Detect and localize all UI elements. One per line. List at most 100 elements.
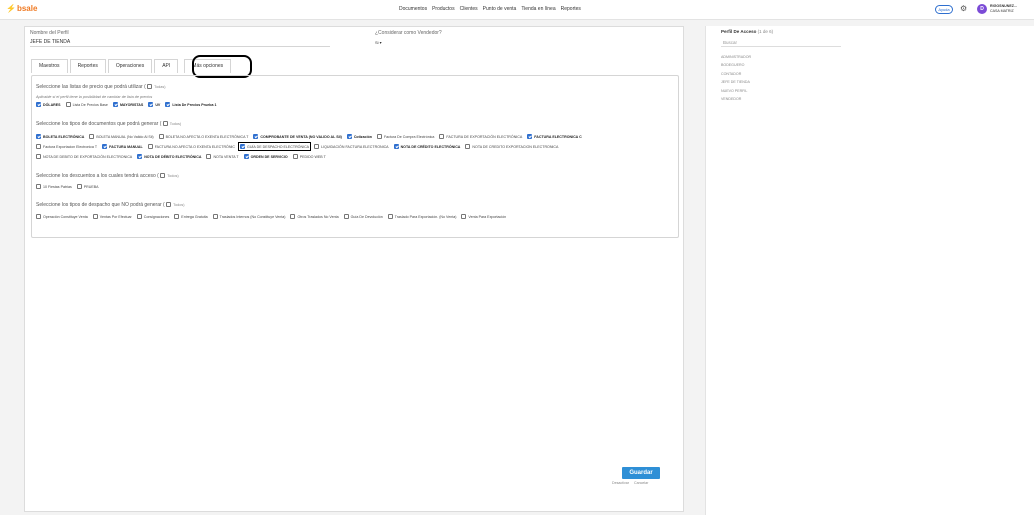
doc-type-item[interactable]: COMPROBANTE DE VENTA (NO VALIDO AL SII) [253,134,342,139]
checkbox[interactable] [314,144,320,149]
doc-type-item-highlighted[interactable]: GUÍA DE DESPACHO ELECTRÓNICA [238,142,312,151]
dispatch-item[interactable]: Operación Constituye Venta [36,214,88,219]
doc-type-item[interactable]: Cotización [346,134,372,139]
save-button[interactable]: Guardar [622,467,660,479]
tab-maestros[interactable]: Maestros [31,59,68,73]
doc-type-item[interactable]: FACTURA NO AFECTA O EXENTA ELECTRÓNIC [147,144,235,149]
tab-api[interactable]: API [154,59,179,73]
checkbox[interactable] [292,154,298,159]
gear-icon[interactable]: ⚙ [960,5,967,13]
checkbox[interactable] [343,214,349,219]
doc-type-item[interactable]: NOTA VENTA T [206,154,239,159]
profile-list-item[interactable]: VENDEDOR [721,95,751,103]
checkbox[interactable] [36,214,41,219]
doc-type-item[interactable]: FACTURA DE EXPORTACIÓN ELECTRÓNICA [439,134,522,139]
seller-select[interactable]: Si ▾ [375,40,382,45]
doc-type-item[interactable]: BOLETA ELECTRÓNICA [36,134,84,139]
tab-reportes[interactable]: Reportes [69,59,106,73]
doc-type-item[interactable]: Factura Exportacion Electronica T [36,144,97,149]
doc-type-item[interactable]: ORDEN DE SERVICIO [243,154,288,159]
tab-operaciones[interactable]: Operaciones [107,59,153,73]
dispatch-item[interactable]: Traslado Para Exportación. (No Venta) [387,214,456,219]
checkbox[interactable] [465,144,471,149]
checkbox[interactable] [243,154,249,159]
dispatch-item[interactable]: Ventas Por Efectuar [92,214,132,219]
checkbox[interactable] [136,214,142,219]
dispatch-item[interactable]: Guía De Devolución [343,214,383,219]
dispatch-all-checkbox[interactable] [166,202,172,208]
price-list-item[interactable]: Lista De Precios Prueba 1 [165,102,216,107]
profile-list-item[interactable]: BODEGUERO [721,61,751,69]
nav-documentos[interactable]: Documentos [399,6,427,12]
checkbox[interactable] [174,214,180,219]
checkbox[interactable] [290,214,296,219]
doc-type-item[interactable]: NOTA DE DÉBITO ELECTRÓNICA [137,154,201,159]
checkbox[interactable] [92,214,98,219]
doc-type-item[interactable]: Factura De Compra Electrónica [376,134,434,139]
price-list-item[interactable]: DÓLARES [36,102,61,107]
checkbox[interactable] [165,102,171,107]
checkbox[interactable] [147,144,153,149]
profile-list-item[interactable]: ADMINISTRADOR [721,53,751,61]
checkbox[interactable] [439,134,445,139]
checkbox[interactable] [346,134,352,139]
checkbox[interactable] [137,154,143,159]
checkbox[interactable] [376,134,382,139]
checkbox[interactable] [36,134,41,139]
profile-search-input[interactable]: Buscar [721,38,841,47]
doc-types-all-checkbox[interactable] [162,121,168,127]
checkbox[interactable] [76,184,82,189]
doc-type-item[interactable]: NOTA DE CREDITO EXPORTACION ELECTRONICA [465,144,558,149]
checkbox[interactable] [253,134,259,139]
checkbox[interactable] [36,154,41,159]
price-lists-all-checkbox[interactable] [147,84,153,90]
discount-item[interactable]: PRUEBA [76,184,99,189]
cancel-link[interactable]: Cancelar [634,481,648,485]
profile-list-item[interactable]: NUEVO PERFIL [721,87,751,95]
checkbox[interactable] [65,102,71,107]
nav-tienda-en-linea[interactable]: Tienda en línea [521,6,555,12]
checkbox[interactable] [387,214,393,219]
profile-name-input[interactable]: JEFE DE TIENDA [30,39,70,45]
price-list-item[interactable]: Lista De Precios Base [65,102,108,107]
deactivate-link[interactable]: Desactivar [612,481,629,485]
nav-reportes[interactable]: Reportes [561,6,581,12]
checkbox[interactable] [158,134,164,139]
dispatch-item[interactable]: Consignaciones [136,214,169,219]
price-list-item[interactable]: MAYORISTAS [112,102,143,107]
checkbox[interactable] [36,102,41,107]
discounts-all-checkbox[interactable] [160,173,166,179]
dispatch-item[interactable]: Venta Para Exportación [461,214,506,219]
doc-type-item[interactable]: NOTA DE CRÉDITO ELECTRÓNICA [393,144,460,149]
user-info[interactable]: RIGOSNUNEZ... CASA MATRIZ [990,4,1017,13]
checkbox[interactable] [148,102,154,107]
checkbox[interactable] [527,134,533,139]
doc-type-item[interactable]: BOLETA NO AFECTA O EXENTA ELECTRÓNICA T [158,134,248,139]
checkbox[interactable] [36,184,41,189]
dispatch-item[interactable]: Traslados Internos (No Constituye Venta) [212,214,285,219]
nav-productos[interactable]: Productos [432,6,455,12]
dispatch-item[interactable]: Otros Traslados No Venta [290,214,339,219]
checkbox[interactable] [206,154,212,159]
checkbox[interactable] [36,144,41,149]
checkbox[interactable] [112,102,118,107]
checkbox[interactable] [212,214,218,219]
profile-list-item[interactable]: JEFE DE TIENDA [721,78,751,86]
checkbox[interactable] [102,144,108,149]
doc-type-item[interactable]: FACTURA MANUAL [102,144,143,149]
avatar[interactable]: D [977,4,987,14]
dispatch-item[interactable]: Entrega Gratuita [174,214,208,219]
nav-clientes[interactable]: Clientes [460,6,478,12]
checkbox[interactable] [240,144,246,149]
price-list-item[interactable]: UV [148,102,160,107]
doc-type-item[interactable]: NOTA DE DEBITO DE EXPORTACIÓN ELECTRONIC… [36,154,132,159]
checkbox[interactable] [461,214,467,219]
discount-item[interactable]: 10 Fiestas Patrias [36,184,72,189]
doc-type-item[interactable]: BOLETA MANUAL (No Valido Al Sii) [89,134,154,139]
profile-list-item[interactable]: CONTADOR [721,70,751,78]
checkbox[interactable] [89,134,95,139]
doc-type-item[interactable]: LIQUIDACIÓN FACTURA ELECTRONICA [314,144,389,149]
checkbox[interactable] [393,144,399,149]
bsale-logo[interactable]: ⚡bsale [6,4,37,13]
doc-type-item[interactable]: PEDIDO WEB T [292,154,326,159]
